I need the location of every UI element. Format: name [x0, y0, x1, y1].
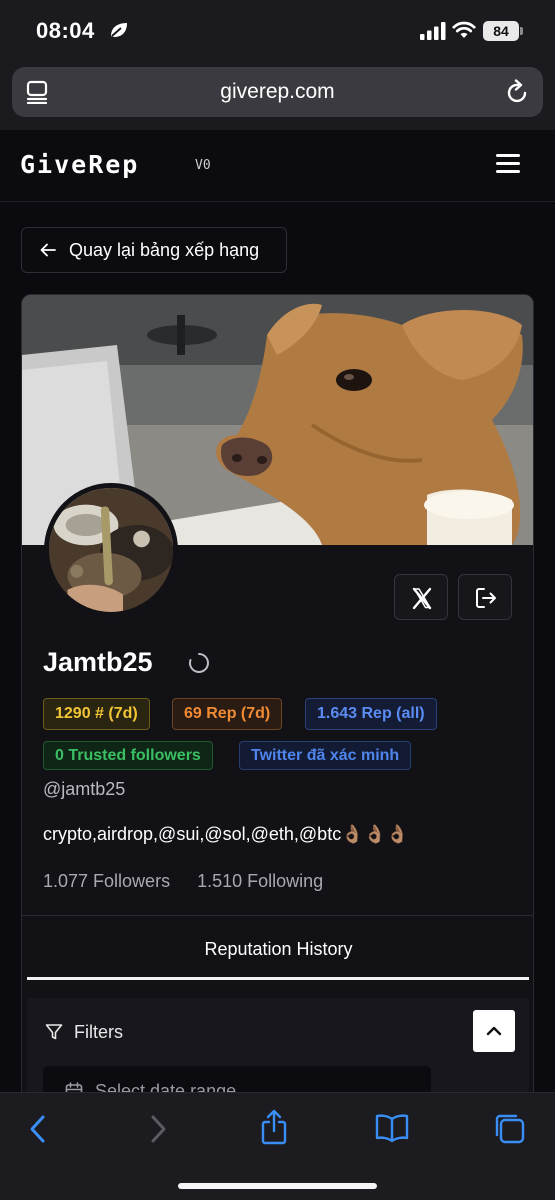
site-logo[interactable]: GiveRep [20, 150, 139, 179]
divider [22, 915, 533, 916]
collapse-filters-button[interactable] [473, 1010, 515, 1052]
rank-badge: 1290 # (7d) [43, 698, 150, 730]
followers-count: 1.077 Followers [43, 871, 171, 891]
reload-icon[interactable] [506, 79, 530, 105]
tabs-overview-icon[interactable] [494, 1113, 526, 1145]
forward-icon[interactable] [146, 1113, 170, 1145]
spinner-icon [189, 653, 209, 673]
wifi-icon [452, 21, 476, 38]
app-header: GiveRep V0 [0, 130, 555, 202]
logout-icon [476, 588, 496, 608]
filters-label: Filters [74, 1022, 123, 1042]
profile-name: Jamtb25 [43, 647, 153, 677]
x-profile-button[interactable] [394, 574, 448, 620]
logout-button[interactable] [458, 574, 512, 620]
home-indicator [178, 1183, 377, 1189]
active-tab-indicator [27, 977, 529, 980]
follow-stats: 1.077 Followers 1.510 Following [43, 871, 323, 892]
rep-7d-badge: 69 Rep (7d) [172, 698, 283, 730]
battery-tip [520, 27, 523, 35]
battery-indicator: 84 [483, 21, 519, 41]
following-count: 1.510 Following [197, 871, 324, 891]
status-bar: 08:04 84 [0, 0, 555, 62]
url-text[interactable]: giverep.com [12, 80, 543, 104]
back-button-label: Quay lại bảng xếp hạng [69, 240, 260, 260]
arrow-left-icon [40, 243, 56, 257]
status-time: 08:04 [36, 18, 95, 43]
menu-icon[interactable] [496, 154, 520, 174]
filter-icon [45, 1024, 63, 1040]
tab-reputation-history[interactable]: Reputation History [22, 939, 533, 960]
profile-card: Jamtb25 1290 # (7d) 69 Rep (7d) 1.643 Re… [21, 294, 534, 1124]
chevron-up-icon [486, 1026, 502, 1036]
browser-toolbar: giverep.com [0, 62, 555, 130]
twitter-verified-badge: Twitter đã xác minh [239, 741, 412, 770]
share-icon[interactable] [259, 1109, 289, 1145]
profile-handle[interactable]: @jamtb25 [43, 779, 125, 800]
address-bar[interactable]: giverep.com [12, 67, 543, 117]
profile-avatar [44, 483, 178, 617]
back-icon[interactable] [26, 1113, 50, 1145]
x-logo-icon [412, 587, 432, 610]
bookmarks-icon[interactable] [375, 1113, 409, 1143]
rep-all-badge: 1.643 Rep (all) [305, 698, 437, 730]
back-to-leaderboard-button[interactable]: Quay lại bảng xếp hạng [21, 227, 287, 273]
profile-bio: crypto,airdrop,@sui,@sol,@eth,@btc👌🏽👌🏽👌🏽 [43, 824, 409, 844]
signal-icon [420, 22, 446, 40]
trusted-followers-badge: 0 Trusted followers [43, 741, 213, 770]
version-label: V0 [195, 158, 211, 173]
moon-leaf-icon [111, 23, 127, 37]
